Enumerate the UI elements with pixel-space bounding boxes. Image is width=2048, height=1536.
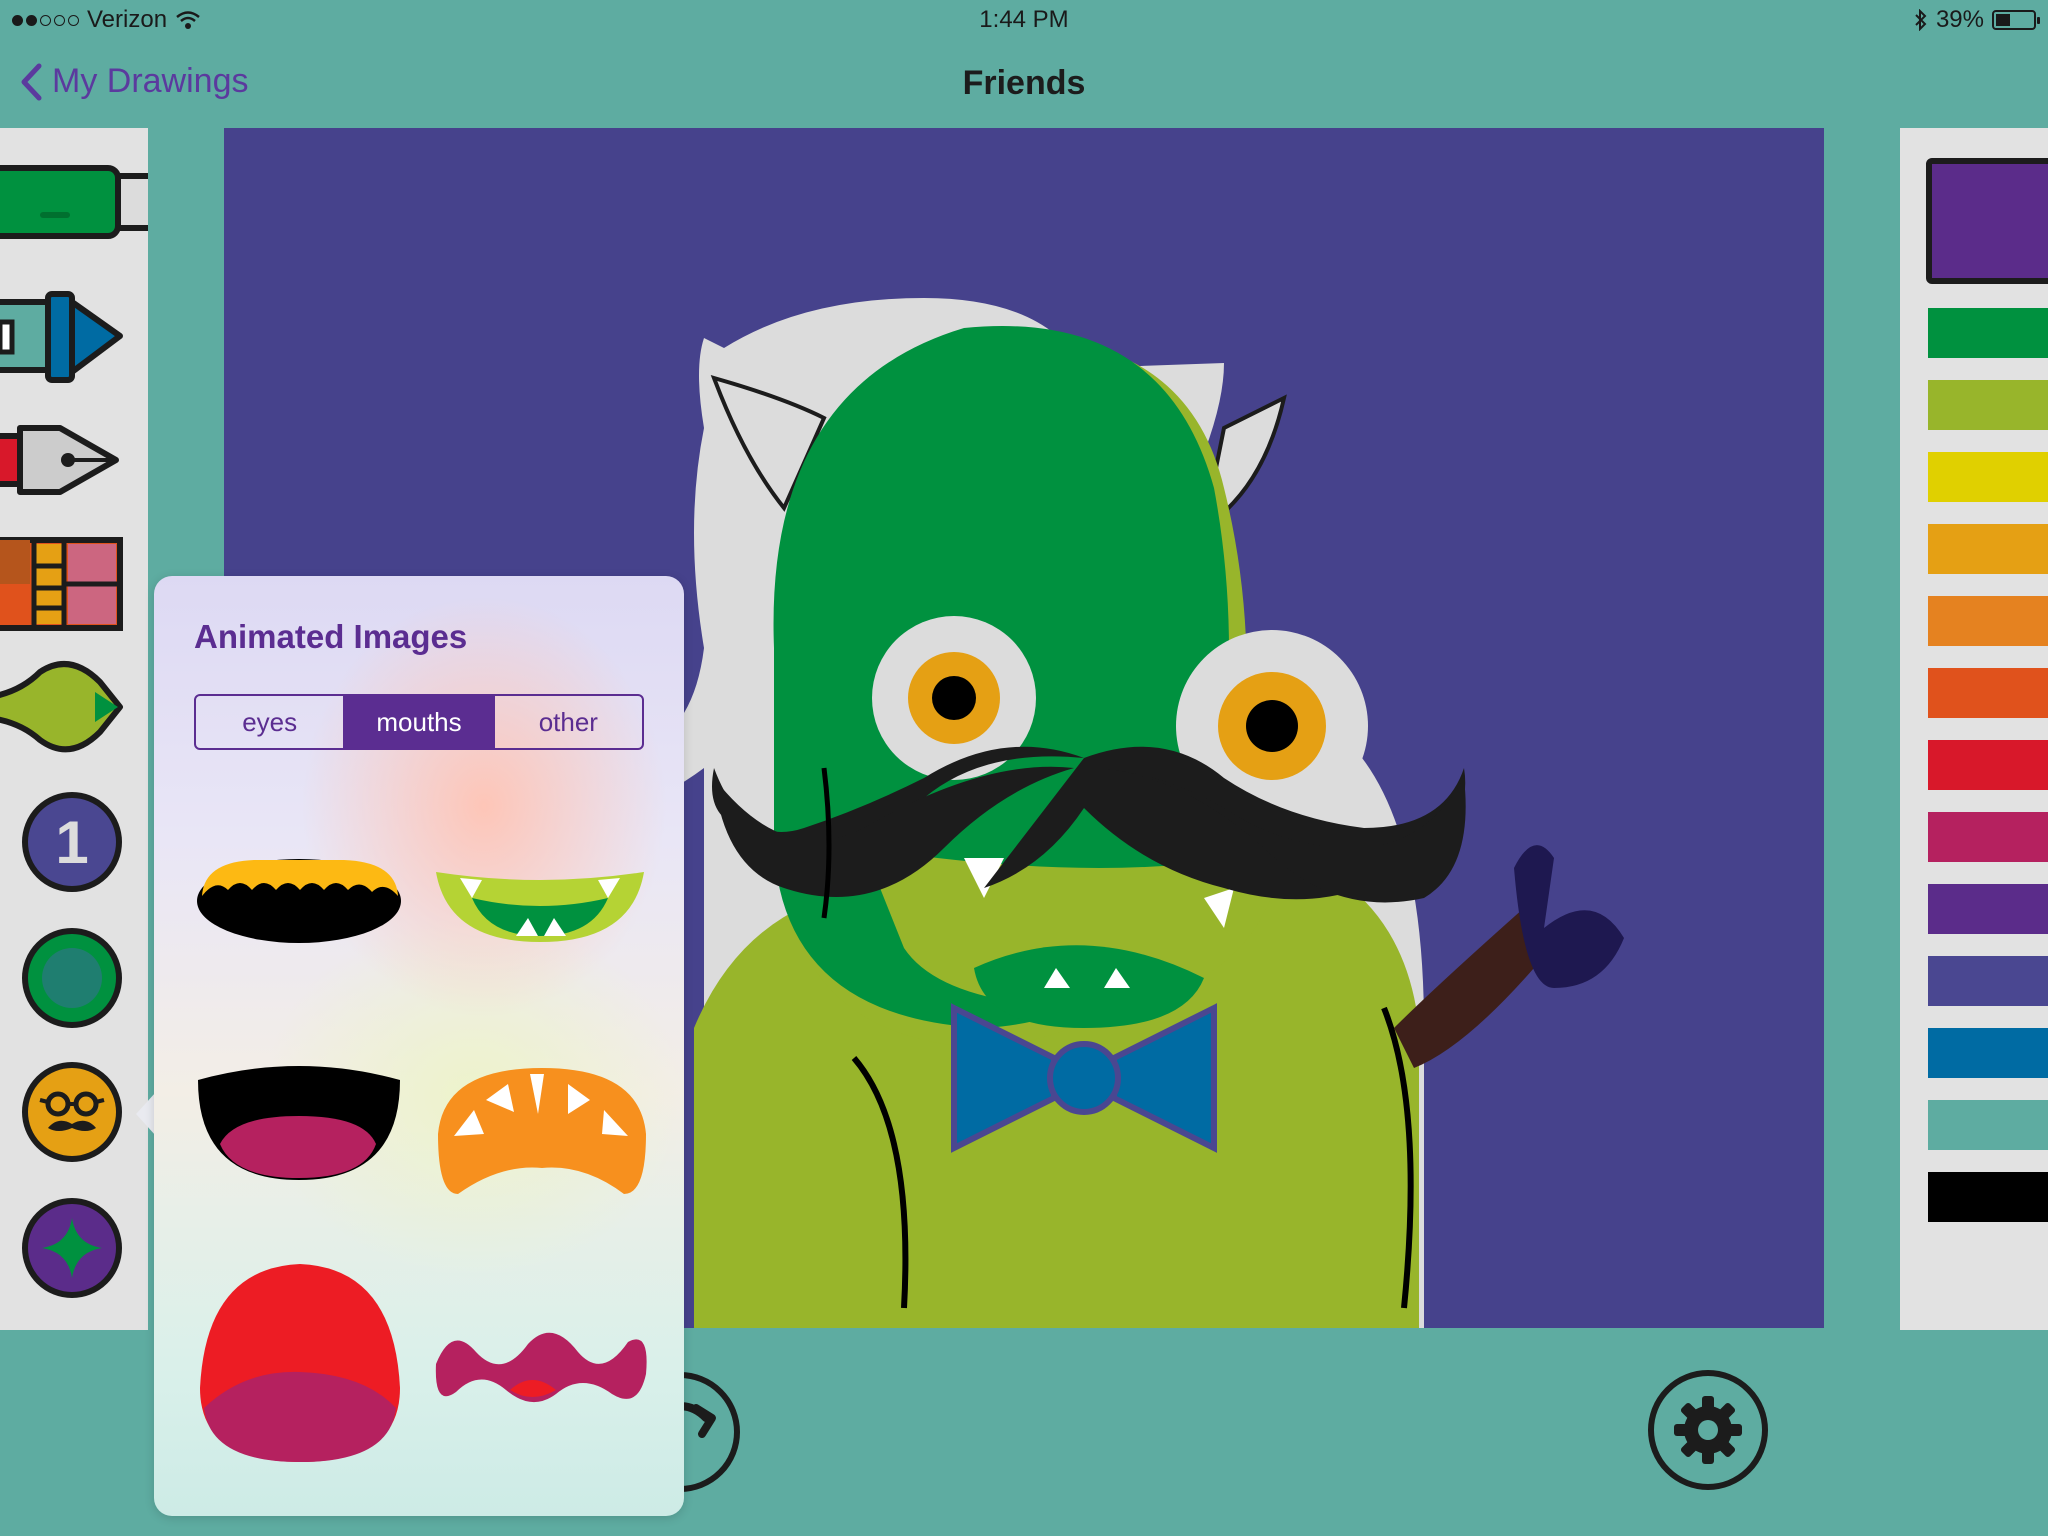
color-swatch[interactable] xyxy=(1928,740,2048,790)
effects-tool[interactable] xyxy=(22,1198,122,1298)
popover-arrow xyxy=(136,1092,156,1136)
popover-title: Animated Images xyxy=(194,618,468,655)
color-swatch[interactable] xyxy=(1928,452,2048,502)
color-swatch[interactable] xyxy=(1928,1028,2048,1078)
tab-other[interactable]: other xyxy=(495,696,642,748)
tool-panel: 1 xyxy=(0,128,148,1330)
layer-number: 1 xyxy=(55,809,89,876)
marker-tool[interactable] xyxy=(0,162,148,242)
status-right: 39% xyxy=(1914,6,2040,34)
selected-color-swatch[interactable] xyxy=(1926,158,2048,284)
status-bar: Verizon 1:44 PM 39% xyxy=(0,0,2048,40)
pattern-tool[interactable] xyxy=(0,534,130,634)
category-segmented-control: eyes mouths other xyxy=(194,694,644,750)
color-swatch[interactable] xyxy=(1928,884,2048,934)
mouth-orange-teeth[interactable] xyxy=(438,1068,646,1194)
color-palette xyxy=(1900,128,2048,1330)
color-swatch[interactable] xyxy=(1928,308,2048,358)
battery-icon xyxy=(1992,10,2040,30)
color-swatch[interactable] xyxy=(1928,956,2048,1006)
crayon-tool[interactable] xyxy=(0,284,140,394)
color-swatch[interactable] xyxy=(1928,812,2048,862)
tab-mouths[interactable]: mouths xyxy=(345,696,495,748)
mouth-open-smile[interactable] xyxy=(194,1060,404,1190)
battery-percent: 39% xyxy=(1935,6,1984,33)
bluetooth-icon xyxy=(1915,9,1927,31)
mouth-scalloped[interactable] xyxy=(194,846,404,956)
pen-tool[interactable] xyxy=(0,418,130,508)
stickers-tool[interactable] xyxy=(22,1062,122,1162)
settings-button[interactable] xyxy=(1648,1370,1768,1490)
tab-eyes[interactable]: eyes xyxy=(196,696,346,748)
circle-shape-icon xyxy=(42,948,102,1008)
color-swatch[interactable] xyxy=(1928,380,2048,430)
color-swatch[interactable] xyxy=(1928,1100,2048,1150)
layer-tool[interactable]: 1 xyxy=(22,792,122,892)
animated-images-popover: Animated Images eyes mouths other xyxy=(154,576,684,1516)
page-title: Friends xyxy=(962,64,1086,102)
mouth-wavy[interactable] xyxy=(435,1332,647,1403)
shape-tool[interactable] xyxy=(22,928,122,1028)
sparkle-icon xyxy=(42,1218,102,1278)
mouth-green-fangs[interactable] xyxy=(436,872,644,942)
navigation-bar: My Drawings Friends xyxy=(0,40,2048,128)
glasses-mustache-icon xyxy=(39,1091,105,1131)
status-time: 1:44 PM xyxy=(979,6,1069,33)
color-swatch[interactable] xyxy=(1928,524,2048,574)
color-swatch[interactable] xyxy=(1928,668,2048,718)
mouth-red-round[interactable] xyxy=(194,1258,406,1468)
brush-tool[interactable] xyxy=(0,652,130,762)
color-swatch[interactable] xyxy=(1928,596,2048,646)
gear-icon xyxy=(1674,1396,1742,1464)
color-swatch[interactable] xyxy=(1928,1172,2048,1222)
